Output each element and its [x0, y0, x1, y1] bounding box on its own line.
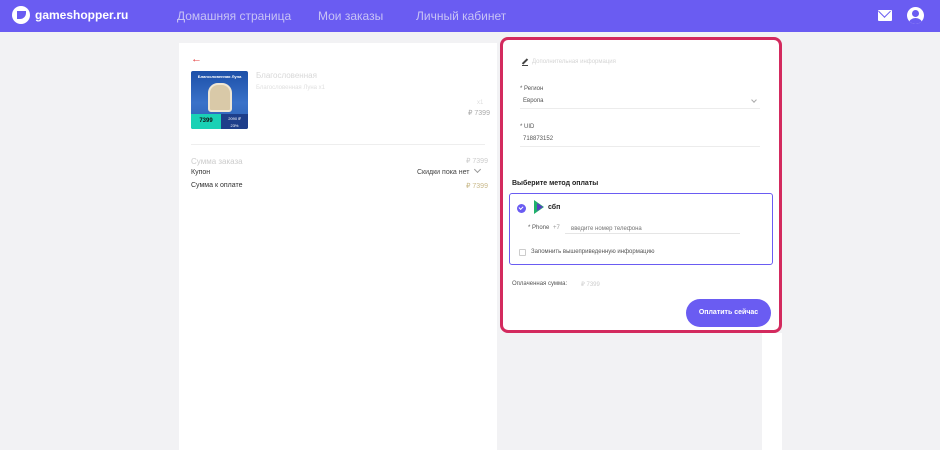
remember-label: Запомнить вышеприведенную информацию [531, 249, 655, 255]
payment-method-title: Выберите метод оплаты [512, 180, 599, 187]
uid-label: * UID [520, 124, 535, 130]
coupon-label: Купон [191, 169, 211, 176]
logo-text: gameshopper.ru [35, 8, 129, 22]
phone-label: * Phone [528, 225, 550, 231]
product-image-discount: 2090 ₽ 23% [221, 114, 248, 129]
product-image-discount-percent: 23% [230, 123, 239, 128]
chevron-down-icon [751, 97, 757, 103]
sbp-label: сбп [548, 204, 561, 211]
uid-value: 718873152 [523, 136, 554, 142]
edit-icon[interactable] [522, 60, 528, 66]
additional-info-label: Дополнительная информация [532, 59, 616, 65]
right-panel-extension [762, 333, 782, 450]
product-image-price: 7399 [191, 114, 221, 129]
mail-icon[interactable] [878, 10, 892, 21]
product-image: Благословенная Луна 7399 2090 ₽ 23% [191, 71, 248, 129]
coupon-select[interactable]: Скидки пока нет [417, 169, 470, 176]
nav-account[interactable]: Личный кабинет [416, 9, 506, 23]
product-title: Благословенная [256, 71, 317, 80]
uid-field[interactable]: 718873152 [520, 133, 760, 147]
pay-now-button[interactable]: Оплатить сейчас [686, 299, 771, 327]
amount-due-value: ₽ 7399 [466, 183, 488, 190]
order-total-label: Сумма заказа [191, 157, 243, 166]
order-total-value: ₽ 7399 [466, 158, 488, 165]
product-price: ₽ 7399 [468, 110, 490, 117]
region-value: Европа [523, 98, 544, 104]
product-image-discount-price: 2090 ₽ [228, 116, 241, 121]
nav-home[interactable]: Домашняя страница [177, 9, 291, 23]
user-icon[interactable] [907, 7, 924, 24]
phone-prefix: +7 [553, 225, 560, 231]
sbp-icon [534, 200, 546, 214]
logo-icon [12, 6, 30, 24]
divider [191, 144, 485, 145]
payment-method-sbp[interactable]: сбп * Phone +7 Запомнить вышеприведенную… [509, 193, 773, 265]
phone-input[interactable] [565, 220, 740, 234]
paid-amount-label: Оплаченная сумма: [512, 281, 568, 287]
site-logo[interactable]: gameshopper.ru [12, 6, 128, 24]
paid-amount-value: ₽ 7399 [581, 282, 600, 288]
chevron-down-icon[interactable] [473, 165, 482, 174]
product-image-title: Благословенная Луна [197, 74, 242, 79]
region-select[interactable]: Европа [520, 95, 760, 109]
amount-due-label: Сумма к оплате [191, 182, 243, 189]
back-arrow-icon[interactable]: ← [191, 53, 202, 65]
remember-checkbox[interactable] [519, 249, 526, 256]
region-label: * Регион [520, 86, 544, 92]
payment-panel: Дополнительная информация * Регион Европ… [500, 37, 782, 333]
top-navbar: gameshopper.ru Домашняя страница Мои зак… [0, 0, 940, 32]
order-panel: ← Благословенная Луна 7399 2090 ₽ 23% Бл… [179, 43, 497, 450]
nav-my-orders[interactable]: Мои заказы [318, 9, 383, 23]
product-quantity: х1 [477, 100, 484, 106]
product-image-figure [208, 83, 232, 112]
selected-radio-icon[interactable] [517, 204, 526, 213]
product-subtitle: Благословенная Луна х1 [256, 85, 326, 91]
